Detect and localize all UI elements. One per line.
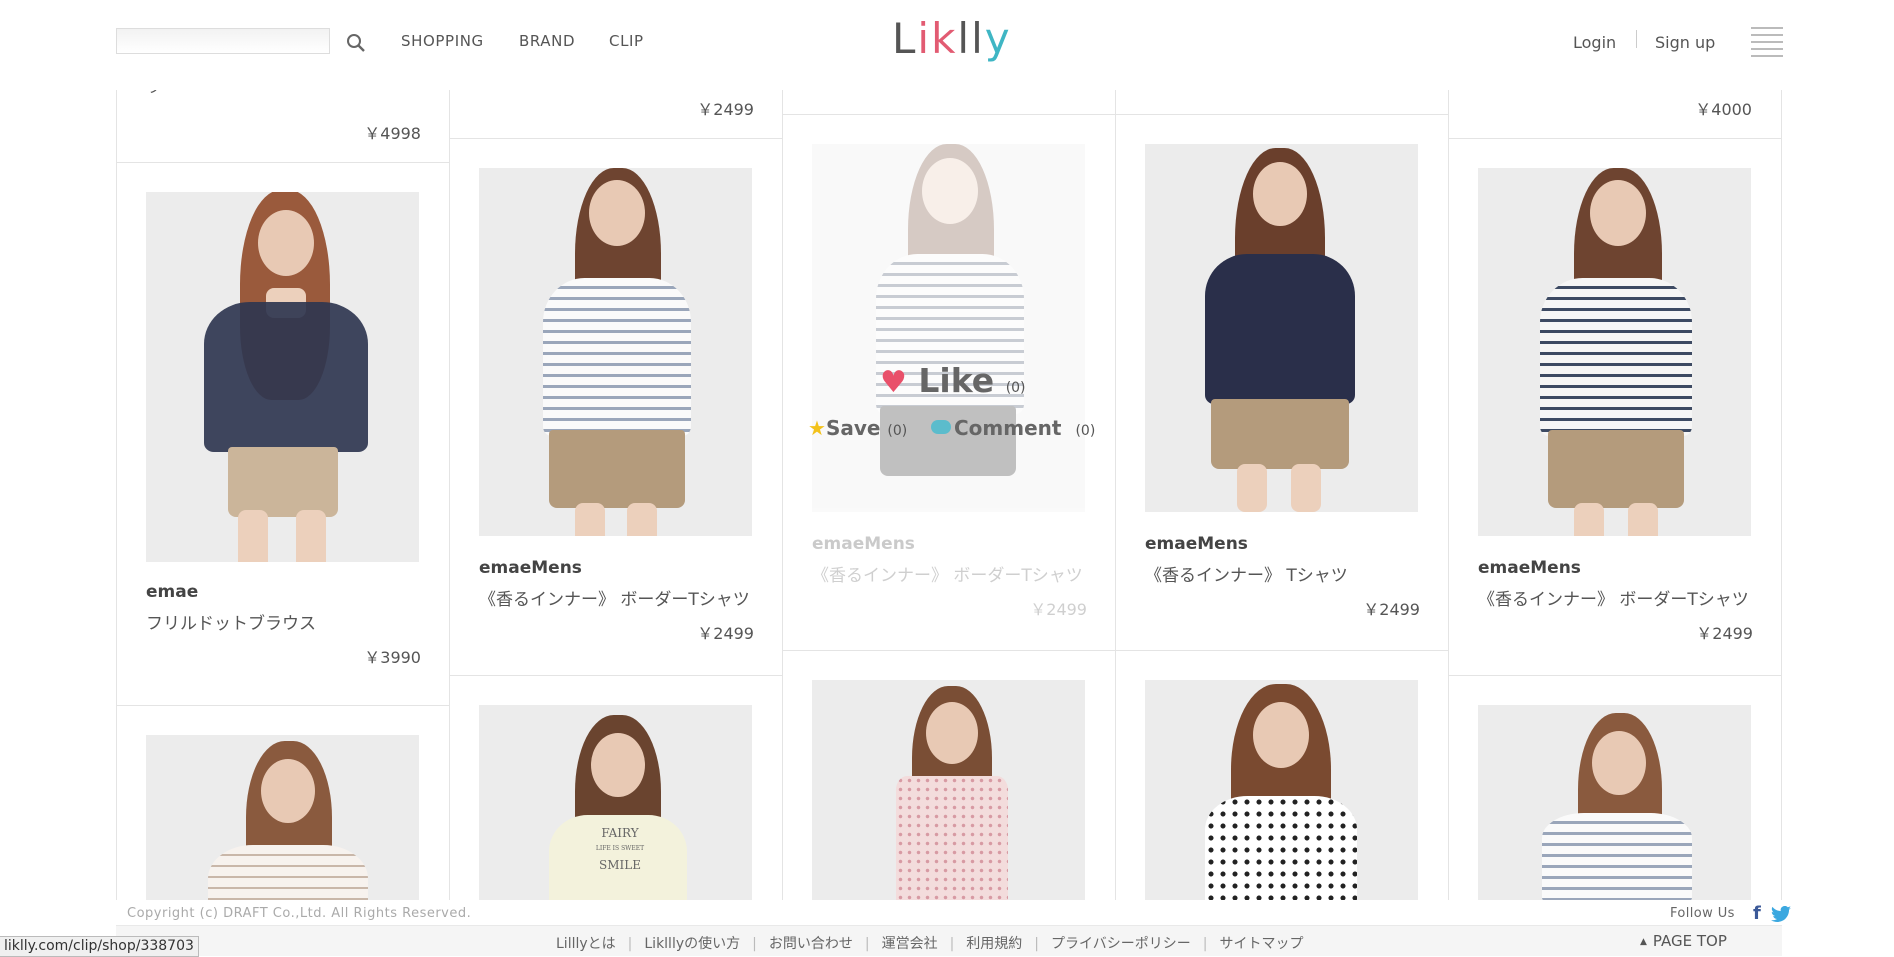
footer-link-sitemap[interactable]: サイトマップ	[1219, 936, 1303, 952]
logo-part-1: L	[892, 14, 918, 63]
card-separator	[1116, 114, 1449, 115]
search-input[interactable]	[116, 28, 330, 54]
logo-part-2: ik	[917, 14, 958, 63]
product-title[interactable]: 《香るインナー》 ボーダーTシャツ	[1478, 585, 1749, 610]
shirt-print-line1: FAIRY	[601, 826, 639, 840]
menu-icon[interactable]	[1751, 27, 1783, 57]
footer-links: Lilllyとは | Liklllyの使い方 | お問い合わせ | 運営会社 | 利用規約 | プラ…	[556, 936, 1304, 952]
product-image[interactable]	[812, 680, 1085, 900]
product-brand: emae	[146, 582, 199, 602]
facebook-icon[interactable]: f	[1753, 904, 1765, 924]
product-image[interactable]	[146, 735, 419, 900]
grid-column-2: ￥2499 emaeMens 《香るインナー》 ボーダーTシャツ ￥2499 F…	[449, 90, 783, 900]
product-title[interactable]: 《香るインナー》 ボーダーTシャツ	[479, 585, 750, 610]
page-top-button[interactable]: ▲ PAGE TOP	[1640, 932, 1727, 950]
product-title[interactable]: 《香るインナー》 ボーダーTシャツ	[812, 561, 1083, 586]
product-image[interactable]	[812, 144, 1085, 512]
product-image[interactable]	[479, 168, 752, 536]
card-separator	[117, 705, 450, 706]
card-separator	[1449, 675, 1782, 676]
shirt-print-line2: LIFE IS SWEET	[595, 845, 645, 852]
arrow-up-icon: ▲	[1640, 937, 1647, 947]
card-separator	[450, 675, 783, 676]
grid-column-5: ￥4000 emaeMens 《香るインナー》 ボーダーTシャツ ￥2499	[1448, 90, 1782, 900]
logo-part-4: y	[984, 14, 1012, 63]
footer-link-howto[interactable]: Liklllyの使い方	[644, 936, 740, 952]
product-price: ￥2499	[1030, 600, 1087, 619]
card-separator	[450, 138, 783, 139]
footer-bar: Lilllyとは | Liklllyの使い方 | お問い合わせ | 運営会社 | 利用規約 | プラ…	[116, 925, 1782, 956]
grid-column-3: emaeMens 《香るインナー》 ボーダーTシャツ ￥2499 ♥ Like …	[782, 90, 1116, 900]
product-price: ￥2499	[1363, 600, 1420, 619]
signup-link[interactable]: Sign up	[1655, 33, 1715, 52]
save-button[interactable]: ★Save (0)	[808, 416, 907, 440]
nav-brand[interactable]: BRAND	[519, 32, 575, 50]
footer-link-company[interactable]: 運営会社	[882, 936, 938, 952]
page-top-label: PAGE TOP	[1652, 932, 1727, 950]
header-divider	[1636, 30, 1637, 48]
product-brand: emaeMens	[1145, 534, 1248, 554]
login-link[interactable]: Login	[1573, 33, 1616, 52]
product-image[interactable]	[1478, 705, 1751, 900]
logo-part-3: ll	[957, 14, 985, 63]
product-price: ￥4998	[364, 124, 421, 143]
grid-column-4: emaeMens 《香るインナー》 Tシャツ ￥2499	[1115, 90, 1449, 900]
product-title[interactable]: フリルドットブラウス	[146, 609, 316, 634]
card-separator	[783, 114, 1116, 115]
star-icon: ★	[808, 416, 826, 440]
partial-title: ラー	[146, 90, 176, 97]
product-image[interactable]	[1145, 680, 1418, 900]
card-separator	[783, 650, 1116, 651]
shirt-print-line3: SMILE	[599, 858, 641, 872]
product-image[interactable]	[1145, 144, 1418, 512]
heart-icon: ♥	[880, 365, 907, 400]
product-price: ￥2499	[1696, 624, 1753, 643]
product-image[interactable]	[146, 192, 419, 562]
nav-clip[interactable]: CLIP	[609, 32, 644, 50]
follow-us-label: Follow Us	[1670, 906, 1735, 921]
like-count: (0)	[1005, 380, 1026, 396]
search-icon[interactable]	[344, 31, 368, 55]
card-separator	[1116, 650, 1449, 651]
site-header: SHOPPING BRAND CLIP Liklly Login Sign up	[0, 0, 1894, 90]
speech-bubble-icon	[931, 420, 951, 434]
product-image[interactable]	[1478, 168, 1751, 536]
product-brand: emaeMens	[1478, 558, 1581, 578]
save-count: (0)	[887, 423, 908, 439]
footer-link-terms[interactable]: 利用規約	[966, 936, 1022, 952]
product-brand: emaeMens	[479, 558, 582, 578]
site-logo[interactable]: Liklly	[892, 14, 1012, 63]
footer-link-contact[interactable]: お問い合わせ	[769, 936, 853, 952]
footer-link-privacy[interactable]: プライバシーポリシー	[1051, 936, 1191, 952]
product-brand: emaeMens	[812, 534, 915, 554]
product-title[interactable]: 《香るインナー》 Tシャツ	[1145, 561, 1348, 586]
product-price: ￥4000	[1695, 100, 1752, 119]
card-separator	[1449, 138, 1782, 139]
copyright-text: Copyright (c) DRAFT Co.,Ltd. All Rights …	[127, 906, 472, 921]
card-separator	[117, 162, 450, 163]
like-button[interactable]: ♥ Like (0)	[880, 361, 1026, 400]
browser-status-url: liklly.com/clip/shop/338703	[0, 936, 199, 957]
save-label: Save	[825, 416, 881, 440]
product-price: ￥3990	[364, 648, 421, 667]
like-label: Like	[918, 361, 995, 400]
comment-label: Comment	[954, 416, 1062, 440]
comment-button[interactable]: Comment (0)	[931, 416, 1095, 440]
twitter-icon[interactable]	[1771, 906, 1791, 922]
product-price: ￥2499	[697, 100, 754, 119]
nav-shopping[interactable]: SHOPPING	[401, 32, 484, 50]
product-image[interactable]: FAIRY LIFE IS SWEET SMILE	[479, 705, 752, 900]
comment-count: (0)	[1075, 423, 1096, 439]
product-grid: ラー ￥4998 emae フリルドットブラウス ￥3990	[116, 90, 1782, 900]
footer-link-about[interactable]: Lilllyとは	[556, 936, 616, 952]
grid-column-1: ラー ￥4998 emae フリルドットブラウス ￥3990	[116, 90, 450, 900]
product-price: ￥2499	[697, 624, 754, 643]
